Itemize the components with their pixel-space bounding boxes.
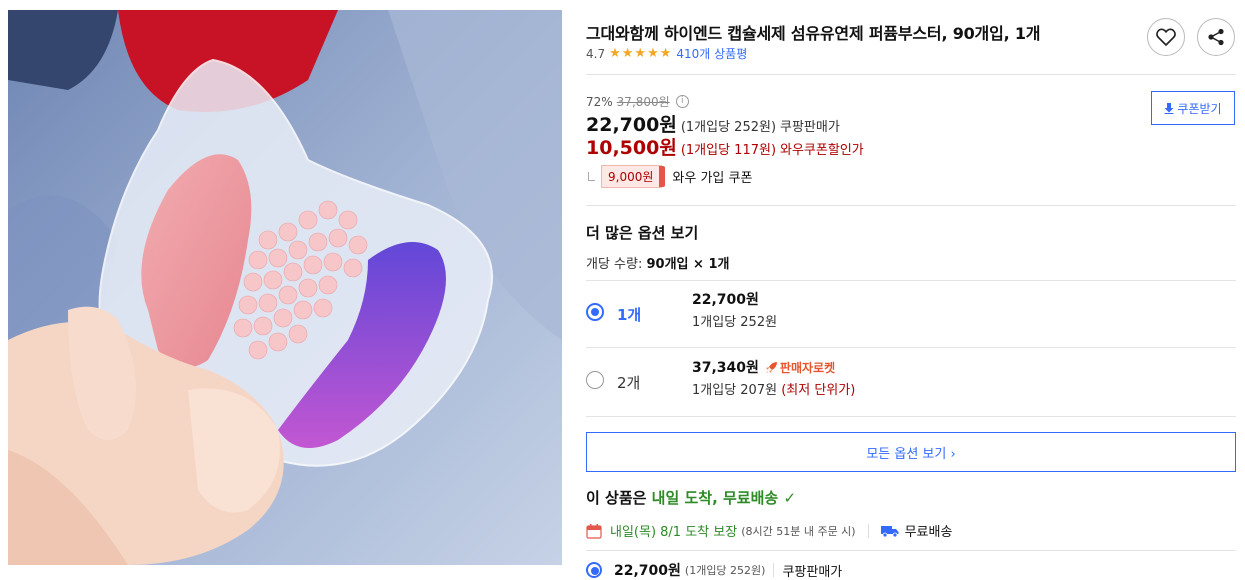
coupon-download-button[interactable]: 쿠폰받기: [1151, 91, 1235, 125]
more-options-title: 더 많은 옵션 보기: [586, 224, 699, 242]
bottom-option-row[interactable]: 22,700원 (1개입당 252원) 쿠팡판매가: [586, 560, 842, 580]
all-options-button[interactable]: 모든 옵션 보기 ›: [586, 432, 1236, 472]
option-unit-price: 1개입당 207원 (최저 단위가): [692, 379, 855, 398]
rocket-icon: [765, 361, 777, 373]
rating-row: 4.7 ★ ★ ★ ★ ★ 410개 상품평: [586, 45, 747, 62]
info-icon[interactable]: i: [675, 95, 689, 108]
star-icon: ★: [621, 45, 634, 61]
option-radio[interactable]: [586, 303, 604, 321]
star-icon: ★: [634, 45, 647, 61]
option-price-value: 22,700원: [692, 292, 759, 308]
corner-connector: [588, 172, 595, 181]
option-row-1[interactable]: 1개 22,700원 1개입당 252원: [586, 281, 1236, 347]
quantity-label: 개당 수량:: [586, 257, 647, 272]
heart-icon: [1156, 28, 1176, 46]
quantity-per-unit: 개당 수량: 90개입 × 1개: [586, 253, 729, 272]
wow-unit-price: (1개입당 117원): [680, 143, 777, 158]
delivery-headline: 이 상품은 내일 도착, 무료배송 ✓: [586, 487, 796, 508]
bottom-price-type: 쿠팡판매가: [782, 564, 843, 580]
delivery-headline-prefix: 이 상품은: [586, 489, 652, 507]
seller-rocket-badge: 판매자로켓: [765, 359, 835, 376]
divider: [586, 74, 1236, 75]
discount-row: 72% 37,800원 i: [586, 93, 689, 110]
wow-price-row: 10,500원 (1개입당 117원) 와우쿠폰할인가: [586, 133, 864, 160]
option-radio[interactable]: [586, 562, 602, 578]
check-icon: ✓: [783, 489, 797, 507]
discount-rate: 72%: [586, 94, 613, 109]
option-row-2[interactable]: 2개 37,340원 판매자로켓 1개입당 207원 (최저 단위가): [586, 349, 1236, 415]
separator: [773, 563, 775, 577]
separator: [867, 523, 869, 538]
download-icon: [1164, 102, 1174, 114]
wow-coupon-row: 9,000원 와우 가입 쿠폰: [586, 165, 752, 188]
option-price-value: 37,340원: [692, 360, 759, 376]
star-icon: ★: [609, 45, 621, 61]
divider: [586, 205, 1236, 206]
lowest-unit-badge: (최저 단위가): [781, 383, 856, 398]
wow-coupon-tag: 9,000원: [601, 165, 666, 188]
option-label: 1개: [617, 306, 642, 324]
bottom-unit-price: (1개입당 252원): [684, 564, 766, 577]
option-price: 37,340원 판매자로켓: [692, 357, 835, 377]
star-icon: ★: [647, 45, 659, 61]
review-count-link[interactable]: 410개 상품평: [676, 45, 747, 62]
wow-price: 10,500원: [586, 137, 677, 159]
divider: [586, 416, 1236, 417]
wow-price-type: 와우쿠폰할인가: [780, 143, 864, 158]
seller-rocket-label: 판매자로켓: [779, 360, 836, 375]
delivery-headline-green: 내일 도착, 무료배송: [651, 489, 779, 507]
option-radio[interactable]: [586, 371, 604, 389]
option-unit-text: 1개입당 207원: [692, 383, 782, 398]
product-title: 그대와함께 하이엔드 캡슐세제 섬유유연제 퍼퓸부스터, 90개입, 1개: [586, 24, 1041, 43]
arrival-date: 내일(목) 8/1 도착 보장: [610, 525, 738, 540]
rating-stars: ★ ★ ★ ★ ★: [609, 45, 672, 61]
product-image[interactable]: [8, 10, 562, 565]
original-price: 37,800원: [616, 95, 670, 109]
divider: [586, 550, 1236, 551]
arrival-note: (8시간 51분 내 주문 시): [741, 524, 856, 538]
share-icon: [1208, 28, 1224, 46]
share-button[interactable]: [1197, 18, 1235, 56]
shipping-row: 내일(목) 8/1 도착 보장 (8시간 51분 내 주문 시) 무료배송: [586, 521, 952, 540]
coupon-download-label: 쿠폰받기: [1177, 101, 1222, 116]
product-info-panel: 그대와함께 하이엔드 캡슐세제 섬유유연제 퍼퓸부스터, 90개입, 1개 4.…: [586, 0, 1236, 580]
bottom-price: 22,700원: [614, 563, 681, 579]
truck-icon: [880, 525, 899, 537]
wow-coupon-label: 와우 가입 쿠폰: [672, 171, 753, 186]
option-price: 22,700원: [692, 289, 759, 309]
star-icon: ★: [659, 45, 672, 61]
free-shipping-label: 무료배송: [904, 525, 953, 540]
divider: [586, 347, 1236, 348]
wishlist-button[interactable]: [1147, 18, 1185, 56]
rating-score: 4.7: [586, 46, 606, 61]
option-label: 2개: [617, 374, 641, 392]
option-unit-price: 1개입당 252원: [692, 315, 778, 330]
quantity-value: 90개입 × 1개: [646, 257, 730, 272]
calendar-icon: [586, 523, 602, 539]
